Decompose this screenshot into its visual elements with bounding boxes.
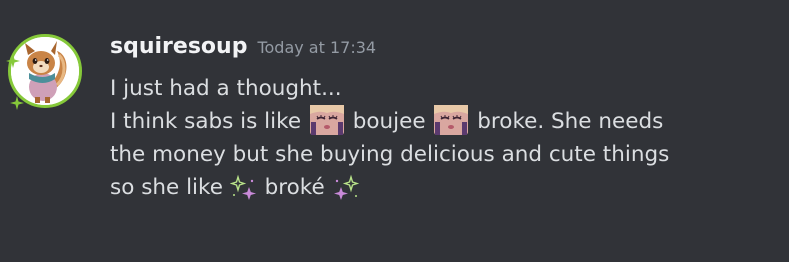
message-line: so she like broké <box>110 171 782 204</box>
message-line: I just had a thought... <box>110 72 782 105</box>
message-text: I just had a thought... <box>110 76 342 101</box>
avatar[interactable] <box>6 34 82 110</box>
chat-message: squiresoup Today at 17:34 I just had a t… <box>0 0 789 262</box>
message-line: the money but she buying delicious and c… <box>110 138 782 171</box>
crying-face-emoji[interactable] <box>434 105 469 135</box>
message-text: the money but she buying delicious and c… <box>110 142 670 167</box>
message-text: so she like <box>110 175 223 200</box>
message-text: boujee <box>352 109 426 134</box>
sparkle-emoji[interactable] <box>332 173 360 203</box>
sparkle-icon <box>10 96 24 110</box>
message-header: squiresoup Today at 17:34 <box>110 34 376 66</box>
message-text: I think sabs is like <box>110 109 302 134</box>
message-content: I just had a thought... I think sabs is … <box>110 72 782 204</box>
username[interactable]: squiresoup <box>110 34 247 59</box>
message-line: I think sabs is like boujee broke. She n… <box>110 105 782 138</box>
sparkle-icon <box>6 54 20 68</box>
timestamp[interactable]: Today at 17:34 <box>257 38 376 57</box>
sparkle-emoji[interactable] <box>229 173 258 203</box>
crying-face-emoji[interactable] <box>309 105 344 135</box>
message-text: broke. She needs <box>477 109 664 134</box>
message-text: broké <box>264 175 325 200</box>
